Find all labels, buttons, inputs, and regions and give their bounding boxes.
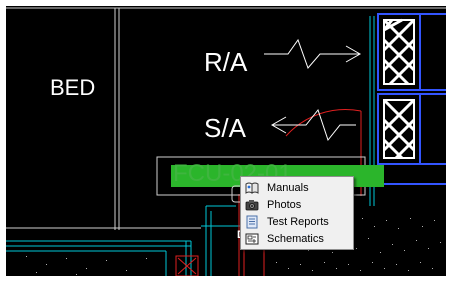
camera-icon — [245, 198, 259, 212]
supply-air-label: S/A — [204, 113, 246, 143]
cad-viewport[interactable]: BED R/A S/A FCU-02-01 D Manuals — [6, 6, 446, 276]
menu-item-label: Schematics — [267, 232, 324, 245]
menu-item-test-reports[interactable]: Test Reports — [241, 213, 353, 230]
menu-item-manuals[interactable]: Manuals — [241, 179, 353, 196]
menu-item-photos[interactable]: Photos — [241, 196, 353, 213]
menu-item-label: Test Reports — [267, 215, 329, 228]
return-air-label: R/A — [204, 47, 248, 77]
manual-book-icon — [245, 181, 259, 195]
menu-item-label: Photos — [267, 198, 302, 211]
report-icon — [245, 215, 259, 229]
menu-item-schematics[interactable]: Schematics — [241, 230, 353, 247]
room-label: BED — [50, 75, 96, 100]
context-menu: Manuals Photos Test Reports Schematics — [240, 176, 354, 250]
menu-item-label: Manuals — [267, 181, 309, 194]
schematic-icon — [245, 232, 259, 246]
